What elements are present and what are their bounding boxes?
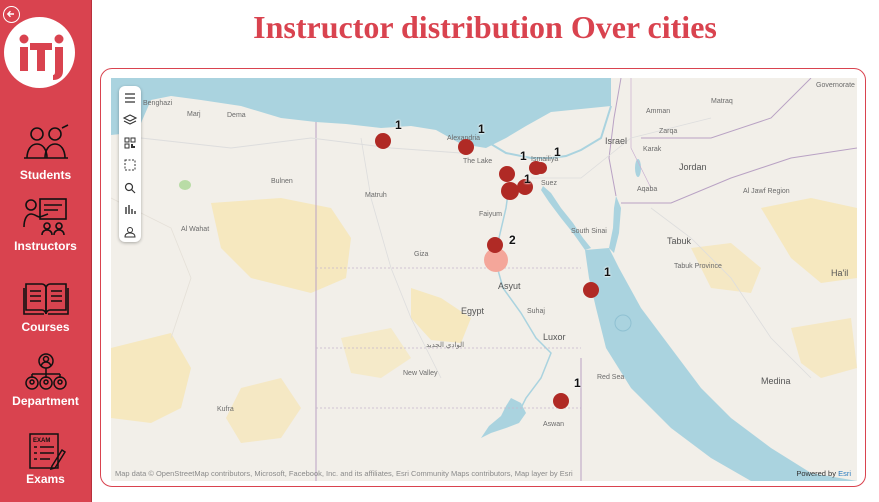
place-label: Red Sea: [597, 374, 625, 381]
instructor-icon: [22, 198, 67, 236]
place-label: Medina: [761, 376, 791, 386]
map-toolbar: [119, 86, 141, 242]
powered-by-text: Powered by: [796, 469, 839, 478]
city-marker[interactable]: [375, 133, 391, 149]
place-label: Faiyum: [479, 211, 502, 218]
esri-link[interactable]: Esri: [838, 469, 851, 478]
place-label: Bulnen: [271, 178, 293, 185]
iti-logo: [4, 17, 75, 88]
place-label: Matruh: [365, 192, 387, 199]
sidebar-item-label: Instructors: [14, 239, 77, 253]
sidebar-item-exams[interactable]: EXAM Exams: [0, 432, 91, 486]
marker-count-label: 1: [554, 145, 561, 159]
marker-count-label: 1: [478, 122, 485, 136]
place-label: Asyut: [498, 281, 521, 291]
map-basemap: [111, 78, 857, 481]
place-label: Tabuk Province: [674, 263, 722, 270]
place-label: New Valley: [403, 370, 438, 377]
place-label: Governorate: [816, 82, 855, 89]
place-label: Karak: [643, 146, 662, 153]
marker-count-label: 1: [574, 376, 581, 390]
place-label: Amman: [646, 108, 671, 115]
sidebar-item-label: Courses: [21, 320, 70, 334]
person-icon[interactable]: [122, 224, 138, 240]
sidebar-item-students[interactable]: Students: [0, 124, 91, 182]
page-title: Instructor distribution Over cities: [253, 9, 717, 45]
qr-code-icon[interactable]: [122, 135, 138, 151]
marker-count-label: 1: [524, 172, 531, 186]
place-label: الوادي الجديد: [426, 342, 465, 349]
place-label: Jordan: [679, 162, 707, 172]
place-label: Suez: [541, 180, 557, 187]
place-label: Dema: [227, 112, 246, 119]
menu-icon[interactable]: [122, 90, 138, 106]
place-label: Marj: [187, 111, 201, 118]
sidebar-item-instructors[interactable]: Instructors: [0, 197, 91, 253]
layers-icon[interactable]: [122, 112, 138, 128]
sidebar-item-label: Students: [19, 168, 72, 182]
marker-count-label: 2: [509, 233, 516, 247]
powered-by[interactable]: Powered by Esri: [796, 469, 851, 478]
marker-count-label: 1: [604, 265, 611, 279]
sidebar-item-label: Exams: [26, 472, 65, 486]
place-label: Tabuk: [667, 236, 692, 246]
place-label: The Lake: [463, 158, 493, 165]
city-marker[interactable]: [583, 282, 599, 298]
place-label: Kufra: [217, 406, 234, 413]
map-view[interactable]: Benghazi Marj Dema Alexandria The Lake I…: [111, 78, 857, 481]
search-icon[interactable]: [122, 180, 138, 196]
sidebar-item-courses[interactable]: Courses: [0, 280, 91, 334]
sidebar-item-label: Department: [12, 394, 79, 408]
place-label: Al Jawf Region: [743, 188, 790, 195]
place-label: Ha'il: [831, 268, 849, 278]
sidebar-item-department[interactable]: Department: [0, 352, 91, 408]
place-label: Israel: [605, 136, 628, 146]
place-label: Suhaj: [527, 308, 545, 315]
city-marker[interactable]: [501, 182, 519, 200]
select-area-icon[interactable]: [122, 157, 138, 173]
place-label: South Sinai: [571, 228, 607, 235]
city-marker[interactable]: [499, 166, 515, 182]
place-label: Al Wahat: [181, 226, 210, 233]
place-label: Matraq: [711, 98, 733, 105]
place-label: Benghazi: [143, 100, 173, 107]
city-marker[interactable]: [458, 139, 474, 155]
students-icon: [23, 124, 68, 159]
exam-paper-icon: EXAM: [28, 433, 66, 470]
city-marker[interactable]: [553, 393, 569, 409]
marker-count-label: 1: [520, 149, 527, 163]
place-label: Aqaba: [637, 186, 658, 193]
iti-logo-mark: [19, 34, 64, 80]
city-marker[interactable]: [535, 162, 547, 174]
place-label: Aswan: [543, 421, 565, 428]
sidebar: Students Instructors Courses Department …: [0, 0, 92, 502]
place-label: Giza: [414, 251, 429, 258]
city-marker[interactable]: [487, 237, 503, 253]
place-label: Luxor: [543, 332, 566, 342]
marker-count-label: 1: [395, 118, 402, 132]
svg-text:EXAM: EXAM: [33, 438, 50, 444]
bar-chart-icon[interactable]: [122, 202, 138, 218]
map-attribution: Map data © OpenStreetMap contributors, M…: [115, 469, 573, 478]
place-label: Egypt: [461, 306, 485, 316]
place-label: Zarqa: [659, 128, 678, 135]
department-icon: [24, 353, 67, 390]
book-icon: [22, 283, 69, 315]
